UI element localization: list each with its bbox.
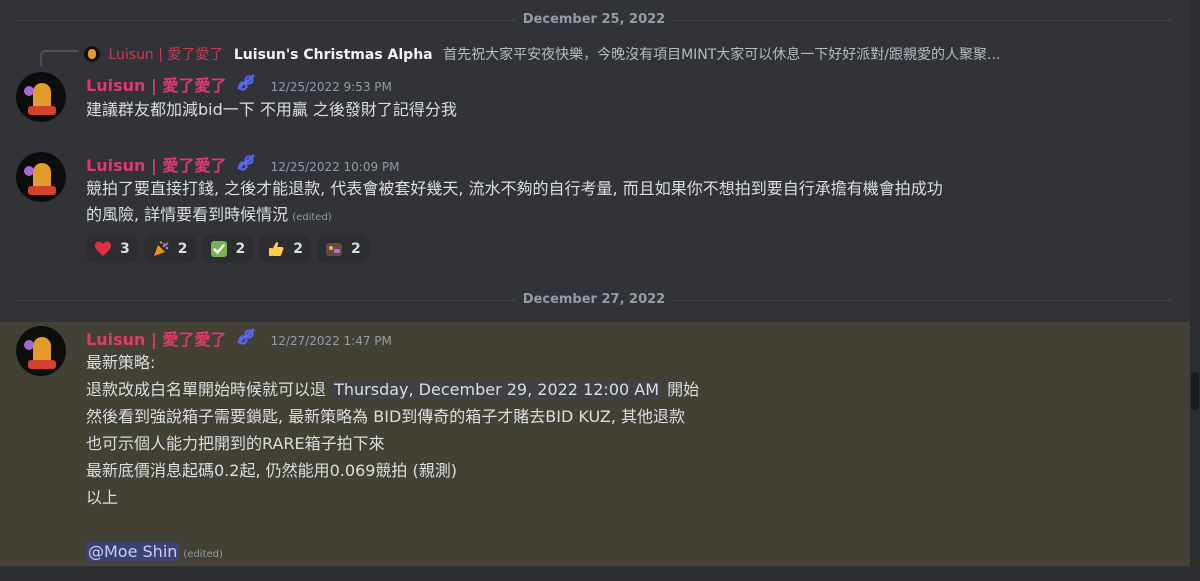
message-text-line: 競拍了要直接打錢, 之後才能退款, 代表會被套好幾天, 流水不夠的自行考量, 而… bbox=[86, 179, 943, 198]
reaction-custom[interactable]: 2 bbox=[317, 235, 369, 263]
message-text-line: 然後看到強說箱子需要鎖匙, 最新策略為 BID到傳奇的箱子才賭去BID KUZ,… bbox=[86, 407, 686, 426]
chain-link-icon bbox=[235, 72, 257, 98]
username[interactable]: Luisun | 愛了愛了 bbox=[86, 330, 226, 349]
reply-author[interactable]: Luisun | 愛了愛了 bbox=[108, 47, 223, 63]
reply-connector bbox=[40, 50, 78, 66]
date-divider-label: December 27, 2022 bbox=[516, 292, 672, 307]
timestamp[interactable]: 12/25/2022 9:53 PM bbox=[271, 80, 392, 94]
message-text-line: 也可示個人能力把開到的RARE箱子拍下來 bbox=[86, 434, 385, 453]
date-divider-label: December 25, 2022 bbox=[516, 12, 672, 27]
username[interactable]: Luisun | 愛了愛了 bbox=[86, 156, 226, 175]
message-text-line: 最新底價消息起碼0.2起, 仍然能用0.069競拍 (親測) bbox=[86, 461, 457, 480]
thumbs-up-icon bbox=[267, 240, 285, 258]
reply-preview[interactable]: Luisun | 愛了愛了 Luisun's Christmas Alpha 首… bbox=[84, 44, 1124, 64]
reaction-count: 2 bbox=[293, 241, 303, 257]
scrollbar-track[interactable] bbox=[1190, 0, 1200, 581]
date-divider: December 25, 2022 bbox=[16, 12, 1172, 27]
message-text-content: 的風險, 詳情要看到時候情況 bbox=[86, 205, 289, 224]
reply-title: Luisun's Christmas Alpha bbox=[233, 47, 433, 63]
party-popper-icon bbox=[152, 240, 170, 258]
message-text: 建議群友都加減bid一下 不用贏 之後發財了記得分我 bbox=[86, 100, 457, 119]
message-text-line: 退款改成白名單開始時候就可以退 Thursday, December 29, 2… bbox=[86, 377, 699, 403]
reaction-count: 2 bbox=[351, 241, 361, 257]
bottom-strip bbox=[0, 567, 1200, 581]
edited-marker: (edited) bbox=[183, 549, 223, 560]
custom-emoji-icon bbox=[325, 240, 343, 258]
message-text-content: 退款改成白名單開始時候就可以退 bbox=[86, 380, 327, 399]
scrollbar-thumb[interactable] bbox=[1191, 372, 1199, 410]
reply-snippet: 首先祝大家平安夜快樂，今晚沒有項目MINT大家可以休息一下好好派對/跟親愛的人聚… bbox=[443, 47, 1001, 63]
message-text-line: 的風險, 詳情要看到時候情況 (edited) bbox=[86, 202, 332, 231]
chain-link-icon bbox=[235, 326, 257, 352]
message-text-content: 開始 bbox=[667, 380, 700, 399]
message-text-line: 以上 bbox=[86, 488, 119, 507]
username[interactable]: Luisun | 愛了愛了 bbox=[86, 76, 226, 95]
chain-link-icon bbox=[235, 152, 257, 178]
avatar[interactable] bbox=[16, 326, 66, 376]
reaction-count: 2 bbox=[235, 241, 246, 257]
check-mark-icon bbox=[210, 240, 228, 258]
message-text-line: @Moe Shin (edited) bbox=[86, 539, 223, 568]
reaction-heart[interactable]: 3 bbox=[86, 235, 138, 263]
inline-timestamp[interactable]: Thursday, December 29, 2022 12:00 AM bbox=[331, 380, 663, 399]
avatar[interactable] bbox=[16, 152, 66, 202]
reaction-check[interactable]: 2 bbox=[201, 235, 254, 263]
message-header: Luisun | 愛了愛了 12/25/2022 10:09 PM bbox=[86, 152, 400, 178]
reaction-party[interactable]: 2 bbox=[143, 235, 196, 263]
message-text-line: 最新策略: bbox=[86, 353, 156, 372]
reaction-count: 2 bbox=[177, 241, 188, 257]
message-header: Luisun | 愛了愛了 12/27/2022 1:47 PM bbox=[86, 326, 392, 352]
timestamp[interactable]: 12/25/2022 10:09 PM bbox=[271, 160, 400, 174]
reactions-bar: 3 2 2 2 2 bbox=[86, 235, 369, 263]
user-mention[interactable]: @Moe Shin bbox=[86, 542, 180, 561]
edited-marker: (edited) bbox=[292, 212, 332, 223]
reaction-thumbs-up[interactable]: 2 bbox=[259, 235, 311, 263]
date-divider: December 27, 2022 bbox=[16, 292, 1172, 307]
reply-avatar bbox=[84, 46, 100, 62]
heart-icon bbox=[94, 240, 112, 258]
timestamp[interactable]: 12/27/2022 1:47 PM bbox=[271, 334, 392, 348]
avatar[interactable] bbox=[16, 72, 66, 122]
message-header: Luisun | 愛了愛了 12/25/2022 9:53 PM bbox=[86, 72, 392, 98]
reaction-count: 3 bbox=[120, 241, 130, 257]
